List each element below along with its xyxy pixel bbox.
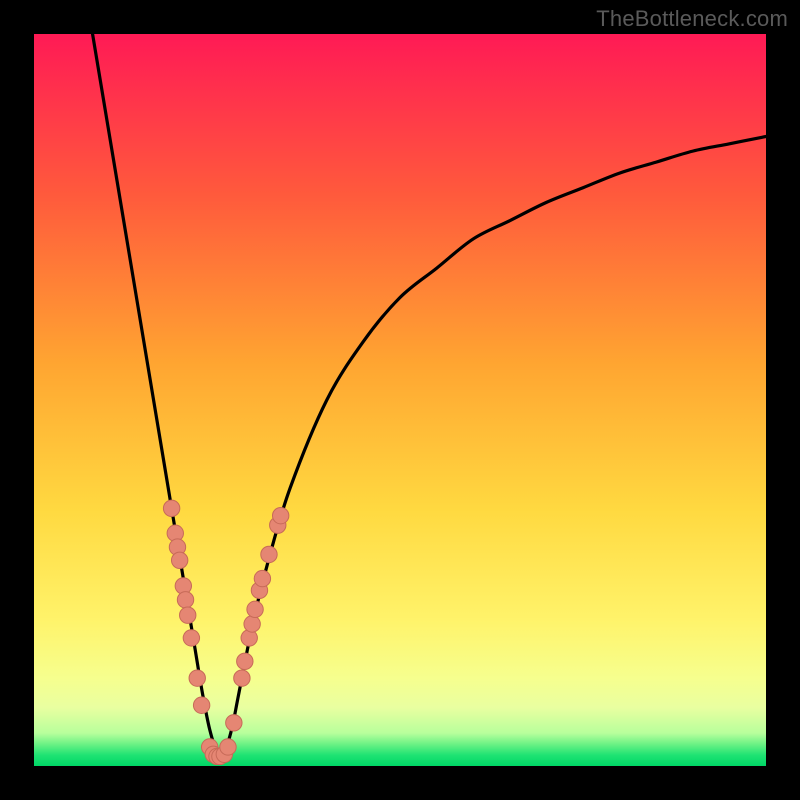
chart-frame: TheBottleneck.com bbox=[0, 0, 800, 800]
data-marker bbox=[261, 546, 277, 562]
data-marker bbox=[220, 739, 236, 755]
gradient-background bbox=[34, 34, 766, 766]
data-marker bbox=[226, 715, 242, 731]
watermark-text: TheBottleneck.com bbox=[596, 6, 788, 32]
data-marker bbox=[189, 670, 205, 686]
data-marker bbox=[171, 552, 187, 568]
data-marker bbox=[234, 670, 250, 686]
data-marker bbox=[163, 500, 179, 516]
data-marker bbox=[177, 592, 193, 608]
chart-svg bbox=[34, 34, 766, 766]
data-marker bbox=[272, 507, 288, 523]
data-marker bbox=[237, 653, 253, 669]
data-marker bbox=[254, 570, 270, 586]
plot-area bbox=[34, 34, 766, 766]
data-marker bbox=[183, 630, 199, 646]
data-marker bbox=[180, 607, 196, 623]
data-marker bbox=[193, 697, 209, 713]
data-marker bbox=[244, 616, 260, 632]
data-marker bbox=[247, 601, 263, 617]
